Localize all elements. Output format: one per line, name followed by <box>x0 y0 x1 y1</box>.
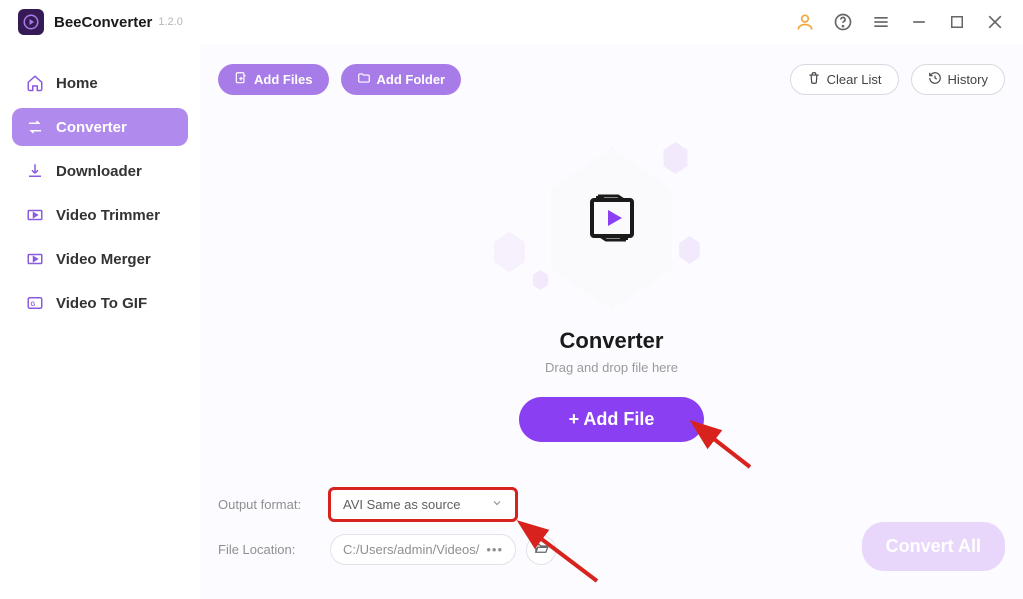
main-panel: Add Files Add Folder Clear List History <box>200 44 1023 599</box>
sidebar-item-video-to-gif[interactable]: G Video To GIF <box>12 284 188 322</box>
minimize-icon[interactable] <box>909 12 929 32</box>
hero-graphic <box>482 140 742 320</box>
add-files-button[interactable]: Add Files <box>218 64 329 95</box>
clear-list-label: Clear List <box>827 72 882 87</box>
add-files-label: Add Files <box>254 72 313 87</box>
convert-all-label: Convert All <box>886 536 981 556</box>
sidebar-item-label: Video Merger <box>56 251 151 268</box>
file-location-value: C:/Users/admin/Videos/ <box>343 542 479 557</box>
sidebar-item-label: Downloader <box>56 163 142 180</box>
close-icon[interactable] <box>985 12 1005 32</box>
sidebar-item-label: Home <box>56 75 98 92</box>
drop-zone[interactable]: Converter Drag and drop file here + Add … <box>218 105 1005 477</box>
history-label: History <box>948 72 988 87</box>
history-icon <box>928 71 942 88</box>
chevron-down-icon <box>491 497 503 512</box>
sidebar-item-merger[interactable]: Video Merger <box>12 240 188 278</box>
app-logo <box>18 9 44 35</box>
sidebar-item-downloader[interactable]: Downloader <box>12 152 188 190</box>
app-name: BeeConverter <box>54 14 152 31</box>
download-icon <box>26 162 44 180</box>
converter-icon <box>26 118 44 136</box>
folder-open-icon <box>534 541 549 559</box>
trimmer-icon <box>26 206 44 224</box>
help-icon[interactable] <box>833 12 853 32</box>
file-location-field[interactable]: C:/Users/admin/Videos/ ••• <box>330 534 516 565</box>
home-icon <box>26 74 44 92</box>
svg-text:G: G <box>31 302 36 308</box>
sidebar-item-trimmer[interactable]: Video Trimmer <box>12 196 188 234</box>
maximize-icon[interactable] <box>947 12 967 32</box>
add-folder-label: Add Folder <box>377 72 446 87</box>
sidebar-item-converter[interactable]: Converter <box>12 108 188 146</box>
output-format-select[interactable]: AVI Same as source <box>330 489 516 520</box>
more-dots-icon: ••• <box>486 542 503 557</box>
hero-title: Converter <box>560 328 664 354</box>
sidebar: Home Converter Downloader Video Trimmer … <box>0 44 200 599</box>
clear-list-button[interactable]: Clear List <box>790 64 899 95</box>
history-button[interactable]: History <box>911 64 1005 95</box>
toolbar: Add Files Add Folder Clear List History <box>218 64 1005 95</box>
add-files-icon <box>234 71 248 88</box>
hero-subtitle: Drag and drop file here <box>545 360 678 375</box>
menu-icon[interactable] <box>871 12 891 32</box>
folder-icon <box>357 71 371 88</box>
sidebar-item-home[interactable]: Home <box>12 64 188 102</box>
output-format-label: Output format: <box>218 497 320 512</box>
output-format-value: AVI Same as source <box>343 497 461 512</box>
titlebar: BeeConverter 1.2.0 <box>0 0 1023 44</box>
convert-hero-icon <box>584 190 640 246</box>
gif-icon: G <box>26 294 44 312</box>
convert-all-button[interactable]: Convert All <box>862 522 1005 571</box>
merger-icon <box>26 250 44 268</box>
add-file-label: + Add File <box>569 409 655 430</box>
browse-folder-button[interactable] <box>526 535 556 565</box>
titlebar-controls <box>795 12 1005 32</box>
sidebar-item-label: Converter <box>56 119 127 136</box>
app-version: 1.2.0 <box>158 16 182 28</box>
user-icon[interactable] <box>795 12 815 32</box>
trash-icon <box>807 71 821 88</box>
add-file-button[interactable]: + Add File <box>519 397 705 442</box>
sidebar-item-label: Video To GIF <box>56 295 147 312</box>
add-folder-button[interactable]: Add Folder <box>341 64 462 95</box>
file-location-label: File Location: <box>218 542 320 557</box>
sidebar-item-label: Video Trimmer <box>56 207 160 224</box>
